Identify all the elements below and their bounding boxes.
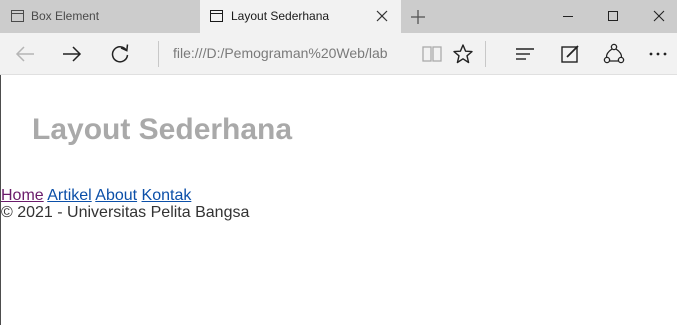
web-note-icon[interactable] [558,42,582,66]
tab-title: Layout Sederhana [231,9,330,23]
page-viewport: Layout Sederhana Home Artikel About Kont… [0,75,677,325]
nav-link-kontak[interactable]: Kontak [142,187,192,204]
footer-text: © 2021 - Universitas Pelita Bangsa [1,204,250,221]
close-tab-icon[interactable] [376,10,388,22]
hub-icon[interactable] [513,42,537,66]
tab-box-element[interactable]: Box Element [0,0,200,33]
forward-arrow-icon[interactable] [60,42,84,66]
share-icon[interactable] [602,42,626,66]
nav-link-artikel[interactable]: Artikel [47,187,91,204]
tab-title: Box Element [31,9,100,23]
tab-layout-sederhana[interactable]: Layout Sederhana [200,0,401,33]
refresh-icon[interactable] [108,42,132,66]
toolbar-divider [485,41,486,67]
browser-toolbar: file:///D:/Pemograman%20Web/lab [0,33,677,75]
more-icon[interactable] [646,42,670,66]
page-title: Layout Sederhana [32,113,293,146]
close-window-icon[interactable] [651,8,667,24]
page-icon [11,10,24,22]
page-icon [210,10,223,22]
favorite-star-icon[interactable] [451,42,475,66]
toolbar-divider [158,41,159,67]
nav-link-about[interactable]: About [95,187,137,204]
reading-view-icon[interactable] [420,42,444,66]
minimize-icon[interactable] [560,8,576,24]
new-tab-icon[interactable] [408,7,428,27]
address-bar[interactable]: file:///D:/Pemograman%20Web/lab [173,45,413,61]
maximize-icon[interactable] [605,8,621,24]
nav-menu: Home Artikel About Kontak [1,187,191,205]
tab-strip: Box Element Layout Sederhana [0,0,677,33]
back-arrow-icon[interactable] [13,42,37,66]
nav-link-home[interactable]: Home [1,187,44,204]
